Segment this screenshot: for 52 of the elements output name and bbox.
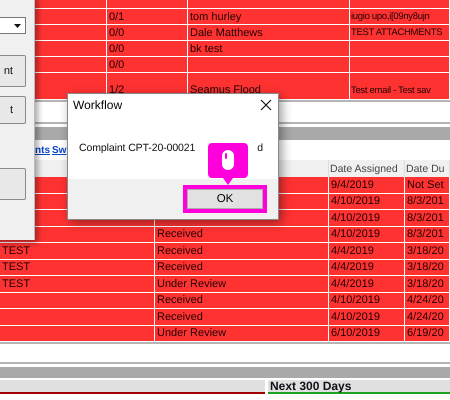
table-cell: 4/10/2019 <box>329 194 405 210</box>
table-cell: 6/10/2019 <box>329 326 405 342</box>
table-cell: 6/19/20 <box>405 326 450 342</box>
table-cell: Received <box>155 309 329 326</box>
table-cell: Received <box>155 226 329 243</box>
table-cell: 0/0 <box>107 41 188 57</box>
table-cell: 8/3/201 <box>405 194 450 210</box>
table-cell: Received <box>155 292 329 309</box>
panel-button[interactable]: t <box>0 96 26 124</box>
table-cell: 4/10/2019 <box>329 309 405 326</box>
table-cell: 0/0 <box>107 25 188 41</box>
table-cell: 0/1 <box>107 9 188 25</box>
close-icon[interactable] <box>260 99 272 111</box>
table-cell: 4/4/2019 <box>329 276 405 292</box>
dialog-message: Complaint CPT-20-00021 <box>79 142 196 154</box>
table-cell: Dale Matthews <box>188 25 350 41</box>
column-header[interactable]: Date Du <box>405 160 450 177</box>
table-cell: TEST <box>0 260 155 276</box>
table-cell: 8/3/201 <box>405 226 450 243</box>
ok-button[interactable]: OK <box>187 189 263 209</box>
table-cell: Test email - Test sav <box>350 73 450 100</box>
table-cell: 8/3/201 <box>405 210 450 226</box>
dialog-title: Workflow <box>73 98 122 112</box>
table-cell: bk test <box>188 41 350 57</box>
table-cell: 4/10/2019 <box>329 292 405 309</box>
table-cell: 3/18/20 <box>405 243 450 260</box>
table-cell: TEST ATTACHMENTS <box>350 25 450 41</box>
section-heading: Next 300 Days <box>269 379 352 393</box>
table-cell: Under Review <box>155 276 329 292</box>
table-cell: 4/24/20 <box>405 309 450 326</box>
table-cell: TEST <box>0 276 155 292</box>
table-cell: 4/10/2019 <box>329 226 405 243</box>
table-cell: 0/0 <box>107 57 188 73</box>
link[interactable]: nts <box>35 144 50 156</box>
table-cell: 3/18/20 <box>405 276 450 292</box>
table-cell: Received <box>155 260 329 276</box>
dialog-message: d <box>257 142 264 154</box>
table-cell: 3/18/20 <box>405 260 450 276</box>
table-cell: 4/4/2019 <box>329 260 405 276</box>
panel-button[interactable]: nt <box>0 55 26 87</box>
table-cell: 9/4/2019 <box>329 177 405 194</box>
table-cell: Received <box>155 243 329 260</box>
table-cell: Not Set <box>405 177 450 194</box>
table-cell: iugio upo,i[09ny8ujn <box>350 9 450 25</box>
table-cell: Under Review <box>155 326 329 342</box>
table-cell: tom hurley <box>188 9 350 25</box>
column-header[interactable]: Date Assigned <box>329 160 405 177</box>
table-cell: 4/4/2019 <box>329 243 405 260</box>
table-cell: 4/10/2019 <box>329 210 405 226</box>
table-cell: TEST <box>0 243 155 260</box>
link[interactable]: Sw <box>52 144 66 156</box>
table-cell: 4/24/20 <box>405 292 450 309</box>
